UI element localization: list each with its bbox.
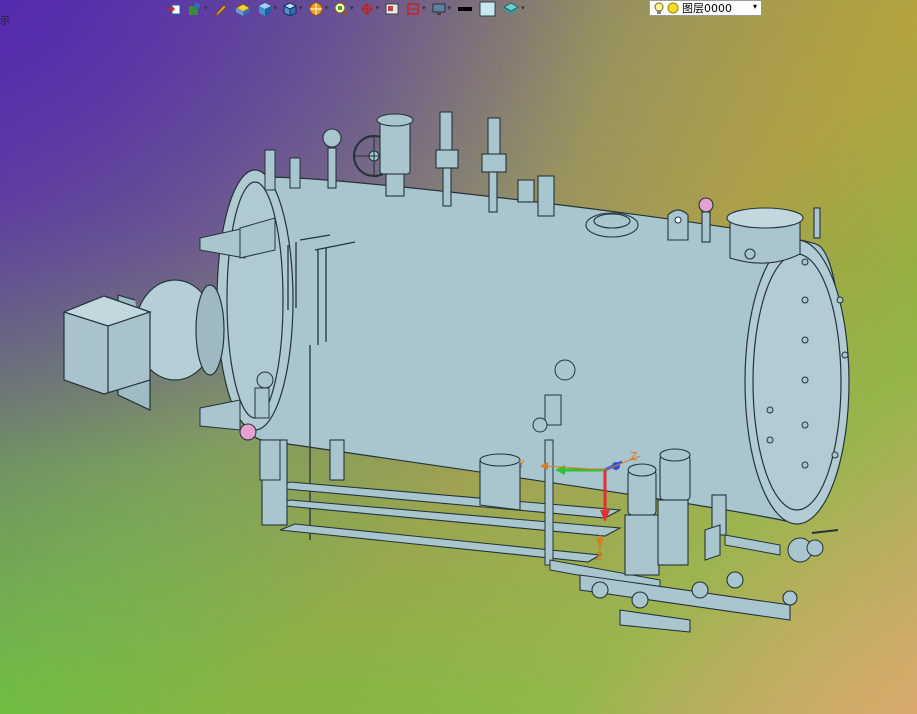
triad-z2-label: Z xyxy=(595,550,603,563)
boiler-model[interactable]: Y Z Z xyxy=(0,0,917,714)
triad-y-label: Y xyxy=(517,458,525,471)
triad-z-label: Z xyxy=(630,450,638,463)
rear-end-plate xyxy=(744,239,850,525)
side-outlet xyxy=(724,529,839,563)
